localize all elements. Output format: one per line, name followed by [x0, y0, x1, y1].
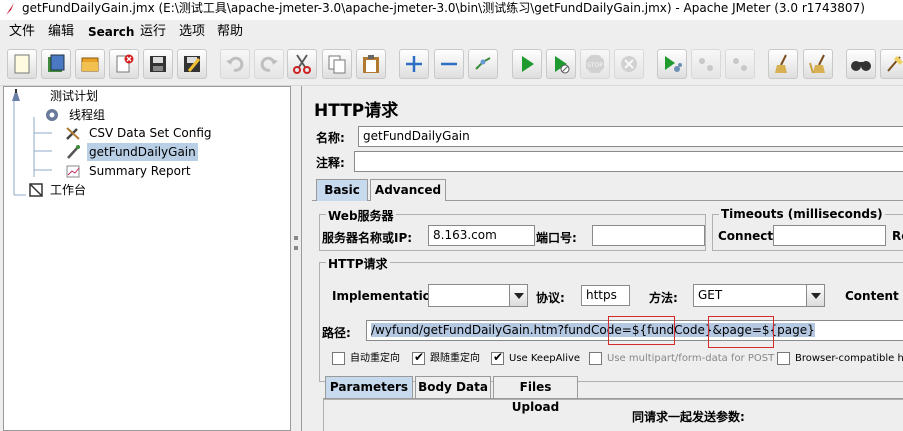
path-text-part1: /wyfund/getFundDailyGain.htm?fundCode= — [371, 323, 632, 337]
parameters-header: 同请求一起发送参数: — [632, 410, 745, 424]
name-field[interactable]: getFundDailyGain — [358, 126, 903, 147]
tab-advanced[interactable]: Advanced — [370, 179, 446, 201]
window-title: getFundDailyGain.jmx (E:\测试工具\apache-jme… — [22, 1, 865, 15]
tree-label-test-plan: 测试计划 — [50, 89, 99, 103]
keepalive-label: Use KeepAlive — [509, 353, 581, 364]
gear-icon — [46, 109, 58, 121]
annotation-box-fundcode — [608, 316, 675, 345]
wrench-icon — [66, 127, 80, 140]
tab-parameters[interactable]: Parameters — [325, 376, 413, 398]
test-plan-tree: 测试计划 线程组 CSV Data Set Config getFundDail… — [3, 86, 291, 431]
stop-icon[interactable]: STOP — [580, 49, 610, 79]
search-icon[interactable] — [846, 49, 876, 79]
reset-search-icon[interactable] — [880, 49, 903, 79]
remote-start-icon[interactable] — [657, 49, 687, 79]
expand-icon[interactable] — [399, 49, 429, 79]
templates-icon[interactable] — [41, 49, 71, 79]
response-timeout-label: Re — [892, 229, 903, 243]
annotation-box-page — [708, 316, 774, 348]
menu-help[interactable]: 帮助 — [217, 24, 243, 40]
checkbox-box — [777, 352, 790, 365]
content-encoding-label: Content er — [845, 289, 903, 303]
implementation-select[interactable] — [428, 284, 528, 307]
port-label: 端口号: — [536, 231, 577, 245]
server-label: 服务器名称或IP: — [322, 231, 413, 245]
http-request-group-title: HTTP请求 — [326, 255, 390, 272]
auto-redirect-label: 自动重定向 — [350, 353, 400, 364]
connect-timeout-field[interactable] — [773, 225, 886, 246]
protocol-field[interactable]: https — [581, 285, 630, 306]
save-icon[interactable] — [143, 49, 173, 79]
collapse-icon[interactable] — [434, 49, 464, 79]
checkbox-box — [332, 352, 345, 365]
report-icon — [66, 165, 80, 178]
menu-bar: 文件 编辑 Search 运行 选项 帮助 — [0, 20, 903, 44]
tree-label-workbench: 工作台 — [50, 183, 87, 197]
svg-text:STOP: STOP — [587, 62, 603, 69]
tree-label-summary-report: Summary Report — [89, 164, 191, 178]
protocol-label: 协议: — [536, 291, 565, 305]
test-plan-icon — [12, 89, 20, 101]
chevron-down-icon[interactable] — [509, 285, 527, 306]
path-label: 路径: — [322, 326, 351, 340]
comment-label: 注释: — [316, 156, 345, 170]
web-server-group-title: Web服务器 — [326, 207, 396, 224]
clear-icon[interactable] — [768, 49, 798, 79]
multipart-label: Use multipart/form-data for POST — [607, 353, 775, 364]
split-pane-divider[interactable] — [291, 86, 301, 431]
copy-icon[interactable] — [322, 49, 352, 79]
toggle-icon[interactable] — [468, 49, 498, 79]
workbench-icon — [29, 183, 43, 197]
start-icon[interactable] — [512, 49, 542, 79]
tree-label-csv-config: CSV Data Set Config — [89, 126, 212, 140]
toolbar: STOP — [0, 44, 903, 86]
checkbox-box — [589, 352, 602, 365]
chevron-down-icon[interactable] — [806, 285, 824, 306]
clear-all-icon[interactable] — [803, 49, 833, 79]
redo-icon[interactable] — [254, 49, 284, 79]
paste-icon[interactable] — [356, 49, 386, 79]
window-title-bar: getFundDailyGain.jmx (E:\测试工具\apache-jme… — [0, 0, 903, 20]
server-field[interactable]: 8.163.com — [428, 225, 535, 246]
shutdown-icon[interactable] — [614, 49, 644, 79]
jmeter-feather-icon — [6, 3, 14, 15]
tab-files-upload[interactable]: Files Upload — [493, 376, 578, 414]
pipette-icon — [67, 145, 80, 159]
save-as-icon[interactable] — [177, 49, 207, 79]
new-icon[interactable] — [7, 49, 37, 79]
cut-icon[interactable] — [287, 49, 317, 79]
checkbox-box — [491, 350, 504, 365]
parameters-panel — [323, 399, 903, 431]
start-no-pause-icon[interactable] — [546, 49, 576, 79]
open-icon[interactable] — [75, 49, 105, 79]
remote-shutdown-icon[interactable] — [725, 49, 755, 79]
remote-stop-icon[interactable] — [691, 49, 721, 79]
menu-run[interactable]: 运行 — [140, 24, 166, 40]
menu-edit[interactable]: 编辑 — [48, 24, 74, 40]
checkbox-box — [412, 350, 425, 365]
menu-options[interactable]: 选项 — [179, 24, 205, 40]
comment-field[interactable] — [354, 151, 903, 172]
tree-label-http-sampler: getFundDailyGain — [87, 143, 198, 161]
method-value: GET — [698, 288, 723, 302]
connect-label: Connect: — [718, 229, 778, 243]
tree-label-thread-group: 线程组 — [69, 108, 106, 122]
browser-compatible-label: Browser-compatible he — [795, 353, 903, 364]
http-request-panel: HTTP请求 名称: getFundDailyGain 注释: Basic Ad… — [301, 86, 903, 431]
timeouts-group-title: Timeouts (milliseconds) — [719, 207, 885, 221]
panel-title: HTTP请求 — [314, 101, 399, 121]
port-field[interactable] — [592, 225, 705, 246]
close-icon[interactable] — [109, 49, 139, 79]
tab-body-data[interactable]: Body Data — [415, 376, 491, 398]
undo-icon[interactable] — [220, 49, 250, 79]
method-select[interactable]: GET — [693, 284, 825, 307]
menu-search[interactable]: Search — [88, 24, 134, 40]
menu-file[interactable]: 文件 — [9, 24, 35, 40]
method-label: 方法: — [649, 291, 678, 305]
name-label: 名称: — [316, 131, 345, 145]
follow-redirects-label: 跟随重定向 — [430, 353, 480, 364]
tab-basic[interactable]: Basic — [316, 179, 368, 201]
